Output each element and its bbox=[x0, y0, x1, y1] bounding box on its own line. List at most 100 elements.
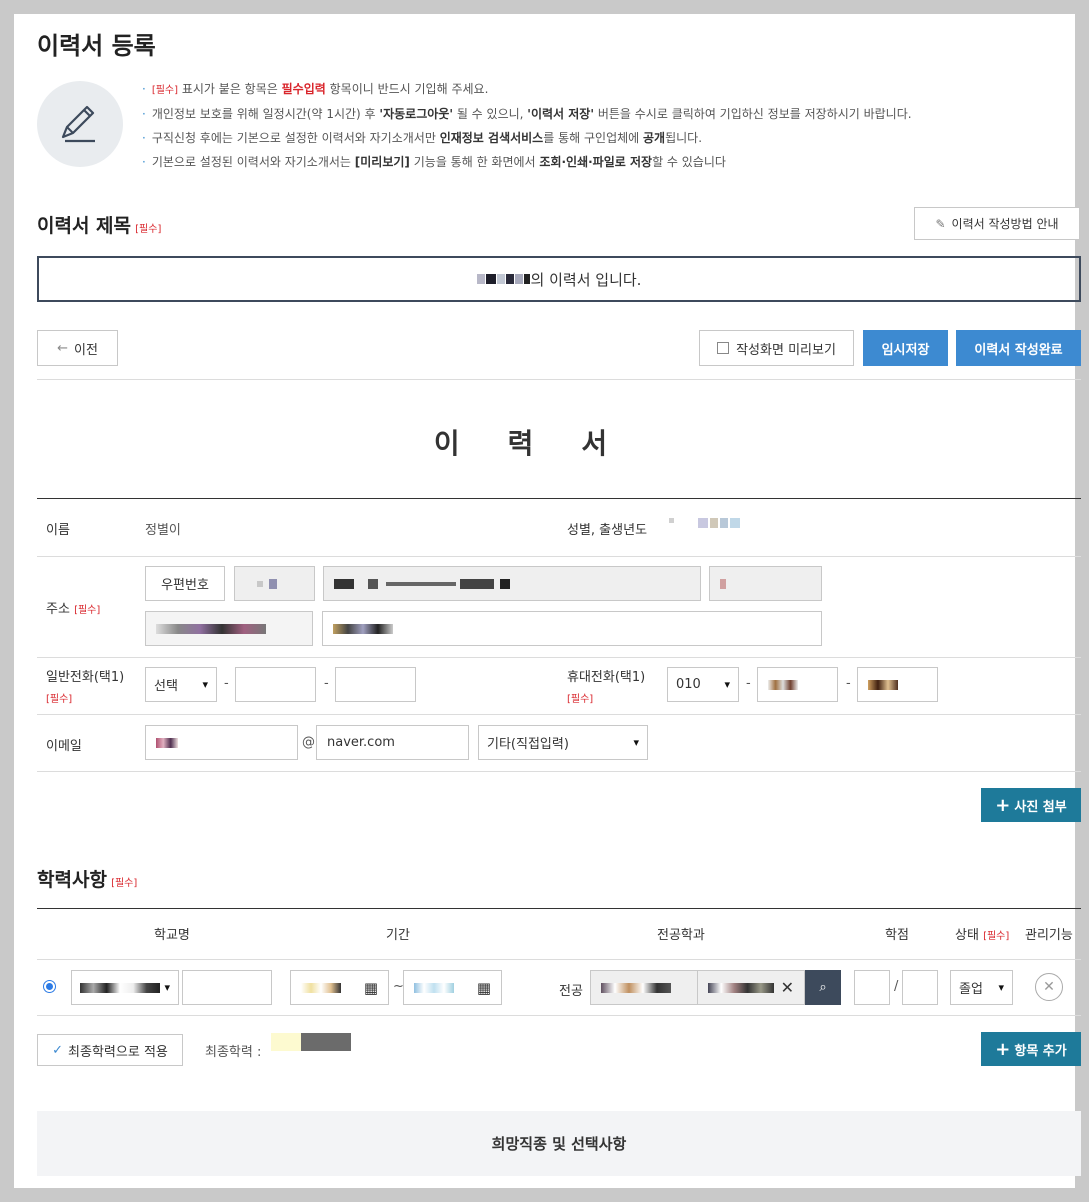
dash: - bbox=[746, 676, 751, 691]
mobile-label: 휴대전화(택1) bbox=[567, 670, 646, 685]
divider bbox=[37, 959, 1081, 960]
dash: - bbox=[324, 676, 329, 691]
pencil-icon: ✎ bbox=[935, 216, 946, 231]
notice-text: 기본으로 설정된 이력서와 자기소개서는 bbox=[151, 155, 355, 169]
pen-illustration bbox=[37, 81, 123, 167]
mobile-mid-input[interactable] bbox=[757, 667, 838, 702]
divider bbox=[37, 556, 1081, 557]
dash: - bbox=[846, 676, 851, 691]
search-icon[interactable]: ⌕ bbox=[805, 970, 841, 1005]
gender-label: 성별, 출생년도 bbox=[567, 523, 648, 538]
grade-max-input[interactable] bbox=[902, 970, 938, 1005]
address-detail-input[interactable] bbox=[145, 611, 313, 646]
redacted-final-education-2 bbox=[301, 1033, 351, 1051]
dash: - bbox=[224, 676, 229, 691]
col-period: 기간 bbox=[386, 928, 410, 943]
divider bbox=[37, 771, 1081, 772]
checkbox-icon bbox=[717, 342, 730, 354]
grade-input[interactable] bbox=[854, 970, 890, 1005]
guide-button[interactable]: ✎ 이력서 작성방법 안내 bbox=[914, 207, 1080, 240]
notice-text: 표시가 붙은 항목은 bbox=[178, 82, 282, 96]
resume-title-input[interactable]: 의 이력서 입니다. bbox=[37, 256, 1081, 302]
notice-text: 될 수 있으니, bbox=[453, 107, 528, 121]
major-input-1[interactable] bbox=[590, 970, 698, 1005]
period-start-input[interactable]: ▦ bbox=[290, 970, 389, 1005]
phone-last-input[interactable] bbox=[335, 667, 416, 702]
plus-icon: + bbox=[995, 1038, 1011, 1060]
chevron-down-icon: ▾ bbox=[998, 981, 1004, 994]
prev-button[interactable]: ← 이전 bbox=[37, 330, 118, 366]
temp-save-button[interactable]: 임시저장 bbox=[863, 330, 948, 366]
col-status: 상태 [필수] bbox=[955, 928, 1010, 943]
col-major: 전공학과 bbox=[657, 928, 705, 943]
preview-button[interactable]: 작성화면 미리보기 bbox=[699, 330, 854, 366]
optional-section-header[interactable]: 희망직종 및 선택사항 bbox=[37, 1111, 1081, 1176]
mobile-required: [필수] bbox=[567, 694, 594, 705]
close-icon[interactable]: ✕ bbox=[781, 978, 794, 997]
school-select[interactable]: ▾ bbox=[71, 970, 179, 1005]
name-value: 정별이 bbox=[145, 523, 181, 538]
notice-text: 조회·인쇄·파일로 저장 bbox=[539, 155, 653, 169]
photo-attach-button[interactable]: + 사진 첨부 bbox=[981, 788, 1081, 822]
email-id-input[interactable] bbox=[145, 725, 298, 760]
address-detail2-input[interactable] bbox=[322, 611, 822, 646]
divider bbox=[37, 657, 1081, 658]
complete-button[interactable]: 이력서 작성완료 bbox=[956, 330, 1081, 366]
col-grade: 학점 bbox=[885, 928, 909, 943]
notice-text: 개인정보 보호를 위해 일정시간(약 1시간) 후 bbox=[151, 107, 380, 121]
period-end-input[interactable]: ▦ bbox=[403, 970, 502, 1005]
bullet-icon: · bbox=[142, 131, 146, 145]
notice-text: '자동로그아웃' bbox=[379, 107, 453, 121]
status-select[interactable]: 졸업 ▾ bbox=[950, 970, 1013, 1005]
col-school: 학교명 bbox=[154, 928, 190, 943]
email-domain-input[interactable]: naver.com bbox=[316, 725, 469, 760]
notice-text: 항목이니 반드시 기입해 주세요. bbox=[325, 82, 489, 96]
add-education-button[interactable]: + 항목 추가 bbox=[981, 1032, 1081, 1066]
notice-text: 인재정보 검색서비스 bbox=[439, 131, 544, 145]
chevron-down-icon: ▾ bbox=[633, 736, 639, 749]
calendar-icon: ▦ bbox=[476, 978, 491, 997]
address-input[interactable] bbox=[323, 566, 701, 601]
phone-required: [필수] bbox=[46, 694, 73, 705]
notice-text: [필수] bbox=[151, 85, 179, 96]
bullet-icon: · bbox=[142, 107, 146, 121]
chevron-down-icon: ▾ bbox=[724, 678, 730, 691]
redacted-gender bbox=[669, 518, 740, 528]
email-at: @ bbox=[302, 735, 315, 750]
page-title: 이력서 등록 bbox=[37, 32, 156, 60]
final-education-label: 최종학력 : bbox=[205, 1045, 262, 1060]
page-container: 이력서 등록 · [필수] 표시가 붙은 항목은 필수입력 항목이니 반드시 기입… bbox=[14, 14, 1081, 1188]
notice-text: 할 수 있습니다 bbox=[652, 155, 726, 169]
calendar-icon: ▦ bbox=[363, 978, 378, 997]
zip-button[interactable]: 우편번호 bbox=[145, 566, 225, 601]
plus-icon: + bbox=[995, 794, 1011, 816]
notice-text: 공개 bbox=[643, 131, 666, 145]
notice-item: · 구직신청 후에는 기본으로 설정한 이력서와 자기소개서만 인재정보 검색서비… bbox=[142, 129, 702, 146]
school-name-input[interactable] bbox=[182, 970, 272, 1005]
notice-text: 를 통해 구인업체에 bbox=[543, 131, 643, 145]
phone-mid-input[interactable] bbox=[235, 667, 316, 702]
col-manage: 관리기능 bbox=[1025, 928, 1073, 943]
phone-label: 일반전화(택1) bbox=[46, 670, 125, 685]
check-icon: ✓ bbox=[52, 1042, 64, 1058]
notice-item: · 개인정보 보호를 위해 일정시간(약 1시간) 후 '자동로그아웃' 될 수 … bbox=[142, 105, 912, 122]
delete-row-icon[interactable]: ✕ bbox=[1035, 973, 1063, 1001]
redacted-final-education bbox=[271, 1033, 301, 1051]
education-radio[interactable] bbox=[43, 980, 56, 993]
address-extra-input[interactable] bbox=[709, 566, 822, 601]
email-domain-select[interactable]: 기타(직접입력) ▾ bbox=[478, 725, 648, 760]
final-education-button[interactable]: ✓ 최종학력으로 적용 bbox=[37, 1034, 183, 1066]
redacted-name bbox=[476, 274, 530, 284]
arrow-left-icon: ← bbox=[57, 340, 68, 356]
grade-sep: / bbox=[894, 979, 899, 994]
mobile-last-input[interactable] bbox=[857, 667, 938, 702]
pen-icon bbox=[61, 105, 95, 143]
notice-text: 됩니다. bbox=[665, 131, 703, 145]
phone-area-select[interactable]: 선택 ▾ bbox=[145, 667, 217, 702]
bullet-icon: · bbox=[142, 155, 146, 169]
address-label: 주소 [필수] bbox=[46, 602, 101, 617]
mobile-prefix-select[interactable]: 010 ▾ bbox=[667, 667, 739, 702]
zip-input[interactable] bbox=[234, 566, 315, 601]
major-input-2[interactable]: ✕ bbox=[697, 970, 805, 1005]
bullet-icon: · bbox=[142, 82, 146, 96]
